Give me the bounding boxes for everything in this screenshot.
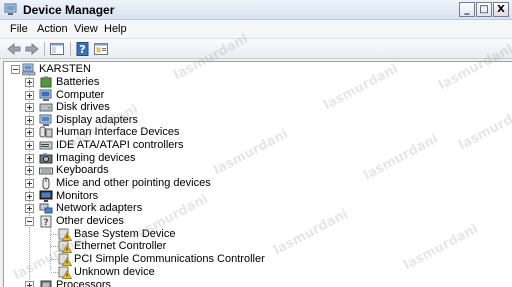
tree-device-unknown-device[interactable]: Unknown device (4, 266, 304, 279)
close-button[interactable]: X (493, 2, 509, 17)
tree-guide-line (51, 272, 58, 274)
tree-category-label: Processors (56, 279, 112, 287)
back-arrow-icon[interactable] (6, 41, 22, 57)
tree-category-label: Keyboards (56, 164, 109, 176)
disk-drive-icon (39, 103, 53, 112)
window-title: Device Manager (23, 3, 115, 17)
tree-device-pci-simple-communications-controller[interactable]: PCI Simple Communications Controller (4, 253, 324, 266)
expand-toggle[interactable] (25, 103, 34, 112)
processor-icon (40, 280, 52, 287)
show-hide-console-tree-icon[interactable] (49, 41, 65, 57)
tree-category-label: IDE ATA/ATAPI controllers (56, 139, 184, 151)
tree-guide-line (51, 246, 58, 248)
tree-category-mice[interactable]: Mice and other pointing devices (4, 177, 304, 190)
computer-icon (22, 63, 36, 76)
help-icon[interactable]: ? (75, 41, 91, 57)
unknown-device-icon: ? (40, 215, 52, 228)
tree-device-label: Ethernet Controller (74, 240, 167, 252)
title-bar[interactable]: Device Manager _ □ X (0, 0, 512, 20)
expand-toggle[interactable] (25, 141, 34, 150)
expand-toggle[interactable] (25, 192, 34, 201)
keyboard-icon (39, 167, 53, 175)
menu-bar: File Action View Help (0, 20, 512, 39)
maximize-button[interactable]: □ (476, 2, 492, 17)
collapse-toggle[interactable] (25, 217, 34, 226)
expand-toggle[interactable] (25, 281, 34, 287)
expand-toggle[interactable] (25, 78, 34, 87)
tree-category-label: Other devices (56, 215, 124, 227)
tree-category-label: Batteries (56, 76, 100, 88)
menu-help[interactable]: Help (104, 23, 127, 35)
tree-root-label: KARSTEN (39, 63, 91, 75)
tree-device-ethernet-controller[interactable]: Ethernet Controller (4, 240, 304, 253)
network-adapter-icon (39, 203, 53, 214)
tree-category-label: Human Interface Devices (56, 126, 180, 138)
device-manager-window: Device Manager _ □ X File Action View He… (0, 0, 512, 287)
tree-category-processors[interactable]: Processors (4, 279, 304, 287)
hid-icon (39, 126, 53, 138)
properties-icon[interactable] (93, 41, 109, 57)
expand-toggle[interactable] (25, 91, 34, 100)
menu-view[interactable]: View (74, 23, 98, 35)
warning-device-icon (58, 266, 72, 279)
expand-toggle[interactable] (25, 116, 34, 125)
toolbar: ? (0, 39, 512, 59)
toolbar-separator (70, 42, 71, 56)
tree-category-other-devices[interactable]: ? Other devices (4, 215, 304, 228)
toolbar-separator (44, 42, 45, 56)
expand-toggle[interactable] (25, 179, 34, 188)
minimize-button[interactable]: _ (459, 2, 475, 17)
ide-controller-icon (39, 141, 53, 150)
warning-device-icon (58, 253, 72, 266)
device-tree[interactable]: KARSTEN Batteries Computer Disk drives D… (3, 61, 512, 287)
tree-category-label: Mice and other pointing devices (56, 177, 211, 189)
tree-device-label: PCI Simple Communications Controller (74, 253, 265, 265)
tree-guide-line (51, 259, 58, 261)
tree-category-ide-controllers[interactable]: IDE ATA/ATAPI controllers (4, 139, 304, 152)
tree-category-network-adapters[interactable]: Network adapters (4, 202, 304, 215)
tree-category-label: Network adapters (56, 202, 143, 214)
tree-device-label: Unknown device (74, 266, 155, 278)
expand-toggle[interactable] (25, 154, 34, 163)
tree-category-keyboards[interactable]: Keyboards (4, 164, 304, 177)
warning-device-icon (58, 240, 72, 253)
menu-file[interactable]: File (10, 23, 28, 35)
tree-category-disk-drives[interactable]: Disk drives (4, 101, 304, 114)
expand-toggle[interactable] (25, 166, 34, 175)
expand-toggle[interactable] (25, 204, 34, 213)
expand-toggle[interactable] (25, 128, 34, 137)
svg-text:?: ? (79, 43, 85, 56)
collapse-toggle[interactable] (11, 65, 20, 74)
svg-text:?: ? (43, 218, 48, 228)
tree-category-batteries[interactable]: Batteries (4, 76, 304, 89)
menu-action[interactable]: Action (37, 23, 68, 35)
tree-category-label: Disk drives (56, 101, 110, 113)
mouse-icon (42, 177, 50, 190)
forward-arrow-icon[interactable] (24, 41, 40, 57)
tree-root[interactable]: KARSTEN (4, 63, 204, 76)
battery-icon (40, 76, 52, 88)
tree-category-human-interface-devices[interactable]: Human Interface Devices (4, 126, 304, 139)
tree-guide-line (51, 234, 58, 236)
device-manager-app-icon (4, 3, 17, 15)
